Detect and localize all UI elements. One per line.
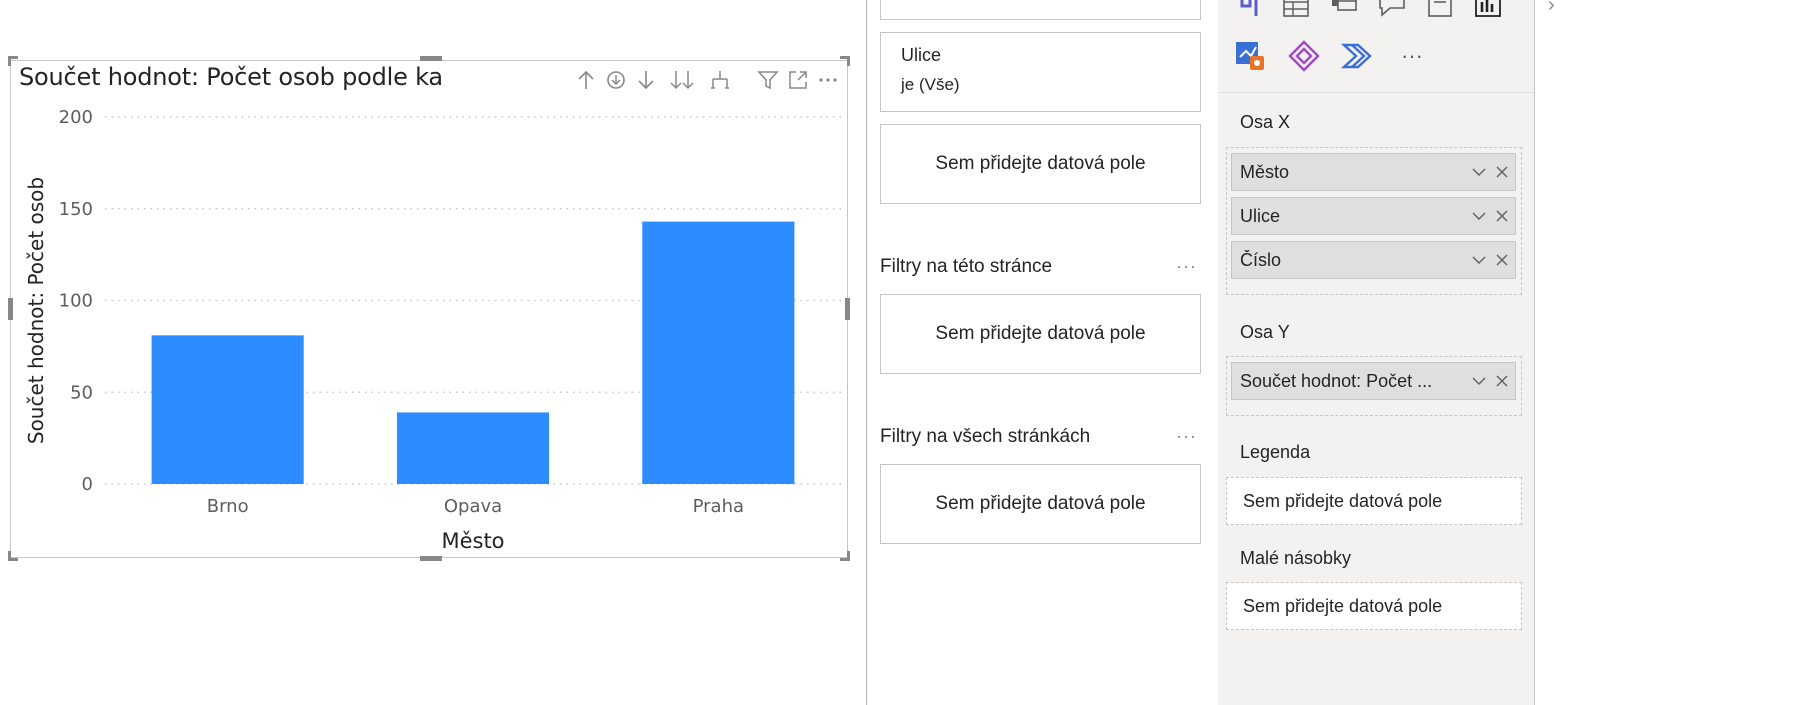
visual-type-gallery-row-1 <box>1230 0 1506 22</box>
legend-drop-zone[interactable]: Sem přidejte datová pole <box>1226 477 1522 525</box>
focus-mode-icon[interactable] <box>785 65 811 95</box>
visual-title: Součet hodnot: Počet osob podle ka <box>19 63 443 91</box>
y-axis-title: Součet hodnot: Počet osob <box>24 177 48 444</box>
page-filters-drop-zone[interactable]: Sem přidejte datová pole <box>880 294 1201 374</box>
bar[interactable] <box>396 412 550 484</box>
ribbon-chart-icon[interactable] <box>1230 0 1266 22</box>
x-axis-title: Město <box>441 529 504 553</box>
close-icon[interactable] <box>1495 165 1509 179</box>
chevron-down-icon[interactable] <box>1471 164 1487 180</box>
paginated-icon[interactable] <box>1422 0 1458 22</box>
visual-header-toolbar <box>499 63 841 97</box>
bar-card-icon[interactable] <box>1470 0 1506 22</box>
x-tick-label: Praha <box>693 496 744 517</box>
bar[interactable] <box>642 221 795 484</box>
close-icon[interactable] <box>1495 253 1509 267</box>
resize-handle-top-left[interactable] <box>8 56 18 66</box>
y-tick-label: 50 <box>70 382 93 403</box>
all-pages-filters-drop-zone[interactable]: Sem přidejte datová pole <box>880 464 1201 544</box>
legend-well-label: Legenda <box>1240 442 1311 462</box>
resize-handle-bottom-right[interactable] <box>840 551 850 561</box>
chevron-right-icon[interactable]: › <box>1548 0 1555 17</box>
page-filters-heading: Filtry na této stránce <box>880 256 1053 277</box>
resize-handle-right[interactable] <box>845 298 850 320</box>
power-apps-map-icon[interactable] <box>1232 38 1268 74</box>
arrow-up-icon[interactable] <box>573 65 599 95</box>
small-multiples-well-label: Malé násobky <box>1240 548 1352 568</box>
bar-chart-visual[interactable]: 0 50 100 150 200 Brno Opava Praha Město Součet ho… <box>10 60 848 558</box>
visual-type-gallery-row-2: ··· <box>1232 38 1430 74</box>
filter-card-value: je (Vše) <box>901 75 960 94</box>
filter-card-partial[interactable] <box>880 0 1201 20</box>
chevron-down-icon[interactable] <box>1471 373 1487 389</box>
x-tick-label: Opava <box>444 496 502 517</box>
field-label: Číslo <box>1240 249 1282 270</box>
small-multiples-drop-zone[interactable]: Sem přidejte datová pole <box>1226 582 1522 630</box>
y-tick-label: 0 <box>82 474 93 495</box>
canvas-pane-divider <box>866 0 867 705</box>
resize-handle-bottom-left[interactable] <box>8 551 18 561</box>
qa-icon[interactable] <box>1374 0 1410 22</box>
drill-mode-icon[interactable] <box>603 65 629 95</box>
filter-icon[interactable] <box>755 65 781 95</box>
x-axis-field-ulice[interactable]: Ulice <box>1231 197 1516 235</box>
power-automate-icon[interactable] <box>1340 38 1376 74</box>
resize-handle-bottom[interactable] <box>420 556 442 561</box>
table-icon[interactable] <box>1278 0 1314 22</box>
bar[interactable] <box>151 335 304 484</box>
x-axis-field-cislo[interactable]: Číslo <box>1231 241 1516 279</box>
chevron-down-icon[interactable] <box>1471 252 1487 268</box>
more-visuals-icon[interactable]: ··· <box>1394 38 1430 74</box>
field-label: Ulice <box>1240 205 1281 226</box>
page-filters-more-icon[interactable]: ··· <box>1176 256 1197 277</box>
y-tick-label: 200 <box>59 107 93 128</box>
drop-zone-label: Sem přidejte datová pole <box>935 493 1146 514</box>
resize-handle-top-right[interactable] <box>840 56 850 66</box>
expand-hierarchy-icon[interactable] <box>707 65 733 95</box>
y-tick-label: 100 <box>59 291 93 312</box>
x-tick-label: Brno <box>207 496 249 517</box>
filter-card-ulice[interactable]: Ulice je (Vše) <box>880 32 1201 112</box>
x-axis-field-mesto[interactable]: Město <box>1231 153 1516 191</box>
all-pages-filters-heading: Filtry na všech stránkách <box>880 426 1091 447</box>
drop-zone-label: Sem přidejte datová pole <box>935 323 1146 344</box>
resize-handle-left[interactable] <box>8 298 13 320</box>
power-apps-icon[interactable] <box>1286 38 1322 74</box>
resize-handle-top[interactable] <box>420 56 442 61</box>
y-tick-label: 150 <box>59 199 93 220</box>
y-axis-well-label: Osa Y <box>1240 322 1290 342</box>
visual-filters-drop-zone[interactable]: Sem přidejte datová pole <box>880 124 1201 204</box>
filter-card-title: Ulice <box>901 45 942 65</box>
expand-all-down-icon[interactable] <box>663 65 703 95</box>
close-icon[interactable] <box>1495 209 1509 223</box>
y-axis-field-soucet[interactable]: Součet hodnot: Počet ... <box>1231 362 1516 400</box>
matrix-icon[interactable] <box>1326 0 1362 22</box>
arrow-down-icon[interactable] <box>633 65 659 95</box>
close-icon[interactable] <box>1495 374 1509 388</box>
field-label: Součet hodnot: Počet ... <box>1240 370 1433 391</box>
drop-zone-label: Sem přidejte datová pole <box>1243 490 1443 511</box>
all-pages-filters-more-icon[interactable]: ··· <box>1176 426 1197 447</box>
more-options-icon[interactable] <box>815 65 841 95</box>
x-axis-well-label: Osa X <box>1240 112 1291 132</box>
drop-zone-label: Sem přidejte datová pole <box>935 153 1146 174</box>
field-label: Město <box>1240 161 1290 182</box>
chart-canvas: 0 50 100 150 200 Brno Opava Praha Město Součet ho… <box>24 107 841 553</box>
drop-zone-label: Sem přidejte datová pole <box>1243 595 1443 616</box>
chevron-down-icon[interactable] <box>1471 208 1487 224</box>
pane-separator <box>1218 92 1534 93</box>
pane-edge <box>1534 0 1535 705</box>
